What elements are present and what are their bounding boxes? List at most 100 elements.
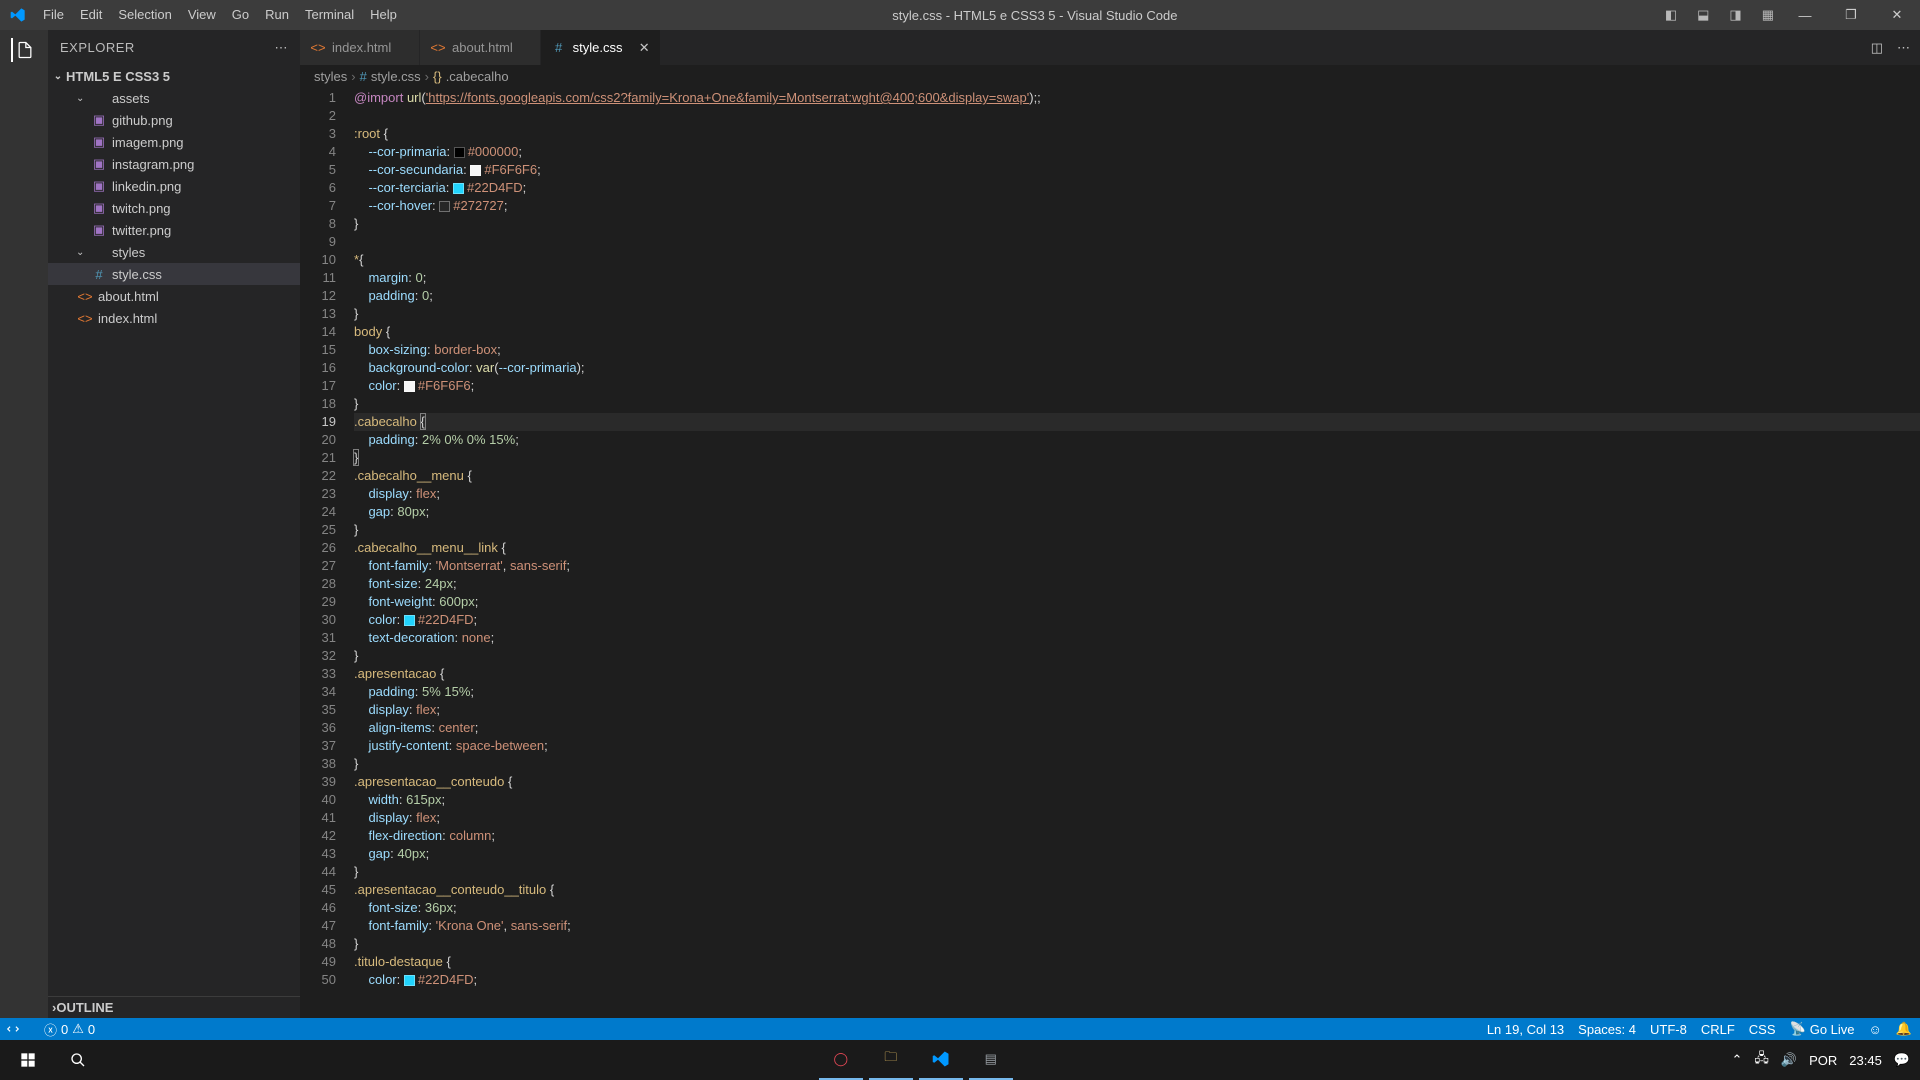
menu-selection[interactable]: Selection <box>110 0 179 30</box>
chevron-down-icon: ⌄ <box>76 247 88 258</box>
taskbar-vscode[interactable] <box>919 1040 963 1080</box>
cursor-position[interactable]: Ln 19, Col 13 <box>1487 1022 1564 1037</box>
tree-file-linkedin[interactable]: ▣linkedin.png <box>48 175 300 197</box>
breadcrumb-folder[interactable]: styles <box>314 69 347 84</box>
start-button[interactable] <box>6 1040 50 1080</box>
explorer-title: EXPLORER <box>60 40 135 55</box>
menu-edit[interactable]: Edit <box>72 0 110 30</box>
indentation[interactable]: Spaces: 4 <box>1578 1022 1636 1037</box>
code-editor[interactable]: 1234567891011121314151617181920212223242… <box>300 87 1920 1018</box>
tab-style-css[interactable]: # style.css ✕ <box>541 30 661 65</box>
editor-tabs: <>index.html✕ <>about.html✕ #style.css✕ … <box>300 30 1920 65</box>
outline-section[interactable]: › OUTLINE <box>48 996 300 1018</box>
tree-file-index[interactable]: <>index.html <box>48 307 300 329</box>
chevron-down-icon: ⌄ <box>52 71 64 82</box>
tree-file-instagram[interactable]: ▣instagram.png <box>48 153 300 175</box>
menu-run[interactable]: Run <box>257 0 297 30</box>
tab-label: style.css <box>573 40 623 55</box>
go-live-label: Go Live <box>1810 1022 1855 1037</box>
window-controls: — ❐ ✕ <box>1782 0 1920 30</box>
toggle-panel-icon[interactable]: ⬓ <box>1697 7 1709 23</box>
tray-clock[interactable]: 23:45 <box>1849 1053 1882 1068</box>
tree-label: twitch.png <box>112 201 171 216</box>
tree-file-github[interactable]: ▣github.png <box>48 109 300 131</box>
tree-label: assets <box>112 91 150 106</box>
notifications-icon[interactable]: 🔔 <box>1896 1021 1912 1037</box>
encoding[interactable]: UTF-8 <box>1650 1022 1687 1037</box>
tray-notifications-icon[interactable]: 💬 <box>1894 1052 1910 1068</box>
tab-label: about.html <box>452 40 513 55</box>
tray-chevron-icon[interactable]: ⌃ <box>1732 1052 1743 1068</box>
file-tree: ⌄ assets ▣github.png ▣imagem.png ▣instagr… <box>48 87 300 329</box>
tree-file-about[interactable]: <>about.html <box>48 285 300 307</box>
problems-indicator[interactable]: ⓧ0 ⚠0 <box>44 1020 95 1039</box>
remote-indicator[interactable] <box>0 1018 26 1040</box>
minimize-button[interactable]: — <box>1782 0 1828 30</box>
toggle-primary-sidebar-icon[interactable]: ◧ <box>1665 7 1677 23</box>
feedback-icon[interactable]: ☺ <box>1869 1022 1882 1037</box>
tab-about-html[interactable]: <>about.html✕ <box>420 30 541 65</box>
line-number-gutter: 1234567891011121314151617181920212223242… <box>300 87 354 1018</box>
tree-file-imagem[interactable]: ▣imagem.png <box>48 131 300 153</box>
close-window-button[interactable]: ✕ <box>1874 0 1920 30</box>
error-count: 0 <box>61 1022 68 1037</box>
menu-help[interactable]: Help <box>362 0 405 30</box>
tree-folder-styles[interactable]: ⌄ styles <box>48 241 300 263</box>
taskbar-app-4[interactable]: ▤ <box>969 1040 1013 1080</box>
tray-language[interactable]: POR <box>1809 1053 1837 1068</box>
tab-label: index.html <box>332 40 391 55</box>
maximize-button[interactable]: ❐ <box>1828 0 1874 30</box>
menu-view[interactable]: View <box>180 0 224 30</box>
explorer-icon[interactable] <box>11 38 35 62</box>
main-area: EXPLORER ⋯ ⌄ HTML5 E CSS3 5 ⌄ assets ▣git… <box>0 30 1920 1018</box>
eol[interactable]: CRLF <box>1701 1022 1735 1037</box>
code-content[interactable]: @import url('https://fonts.googleapis.co… <box>354 87 1920 1018</box>
chevron-down-icon: ⌄ <box>76 93 88 104</box>
project-section[interactable]: ⌄ HTML5 E CSS3 5 <box>48 65 300 87</box>
more-actions-icon[interactable]: ⋯ <box>1897 40 1910 56</box>
taskbar-file-explorer[interactable]: 🗀 <box>869 1040 913 1080</box>
tree-label: about.html <box>98 289 159 304</box>
tray-volume-icon[interactable]: 🔊 <box>1781 1052 1797 1068</box>
menu-terminal[interactable]: Terminal <box>297 0 362 30</box>
editor-area: <>index.html✕ <>about.html✕ #style.css✕ … <box>300 30 1920 1018</box>
warning-icon: ⚠ <box>72 1021 84 1037</box>
breadcrumb-file[interactable]: style.css <box>371 69 421 84</box>
image-icon: ▣ <box>90 178 108 194</box>
search-button[interactable] <box>56 1040 100 1080</box>
tree-file-twitch[interactable]: ▣ twitch.png <box>48 197 300 219</box>
breadcrumb[interactable]: styles › # style.css › {} .cabecalho <box>300 65 1920 87</box>
broadcast-icon: 📡 <box>1790 1021 1806 1037</box>
taskbar-app-1[interactable]: ◯ <box>819 1040 863 1080</box>
image-icon: ▣ <box>90 134 108 150</box>
chevron-right-icon: › <box>425 69 429 84</box>
close-icon[interactable]: ✕ <box>639 40 650 56</box>
menu-go[interactable]: Go <box>224 0 257 30</box>
tab-index-html[interactable]: <>index.html✕ <box>300 30 420 65</box>
image-icon: ▣ <box>90 156 108 172</box>
explorer-more-icon[interactable]: ⋯ <box>275 40 289 56</box>
image-icon: ▣ <box>90 200 108 216</box>
tree-folder-assets[interactable]: ⌄ assets <box>48 87 300 109</box>
tree-label: style.css <box>112 267 162 282</box>
image-icon: ▣ <box>90 112 108 128</box>
tray-network-icon[interactable]: 🖧 <box>1754 1049 1769 1071</box>
menu-file[interactable]: File <box>35 0 72 30</box>
go-live[interactable]: 📡 Go Live <box>1790 1021 1855 1037</box>
tab-actions: ◫ ⋯ <box>1871 30 1920 65</box>
css-rule-icon: {} <box>433 69 442 84</box>
tree-file-twitter[interactable]: ▣twitter.png <box>48 219 300 241</box>
split-editor-icon[interactable]: ◫ <box>1871 40 1883 56</box>
tree-file-stylecss[interactable]: #style.css <box>48 263 300 285</box>
image-icon: ▣ <box>90 222 108 238</box>
breadcrumb-symbol[interactable]: .cabecalho <box>446 69 509 84</box>
outline-title: OUTLINE <box>56 1000 113 1015</box>
error-icon: ⓧ <box>44 1020 57 1039</box>
tree-label: styles <box>112 245 145 260</box>
project-name: HTML5 E CSS3 5 <box>66 69 170 84</box>
toggle-secondary-sidebar-icon[interactable]: ◨ <box>1729 7 1741 23</box>
vscode-logo <box>0 7 35 23</box>
language-mode[interactable]: CSS <box>1749 1022 1776 1037</box>
customize-layout-icon[interactable]: ▦ <box>1762 7 1774 23</box>
css-file-icon: # <box>551 40 567 55</box>
